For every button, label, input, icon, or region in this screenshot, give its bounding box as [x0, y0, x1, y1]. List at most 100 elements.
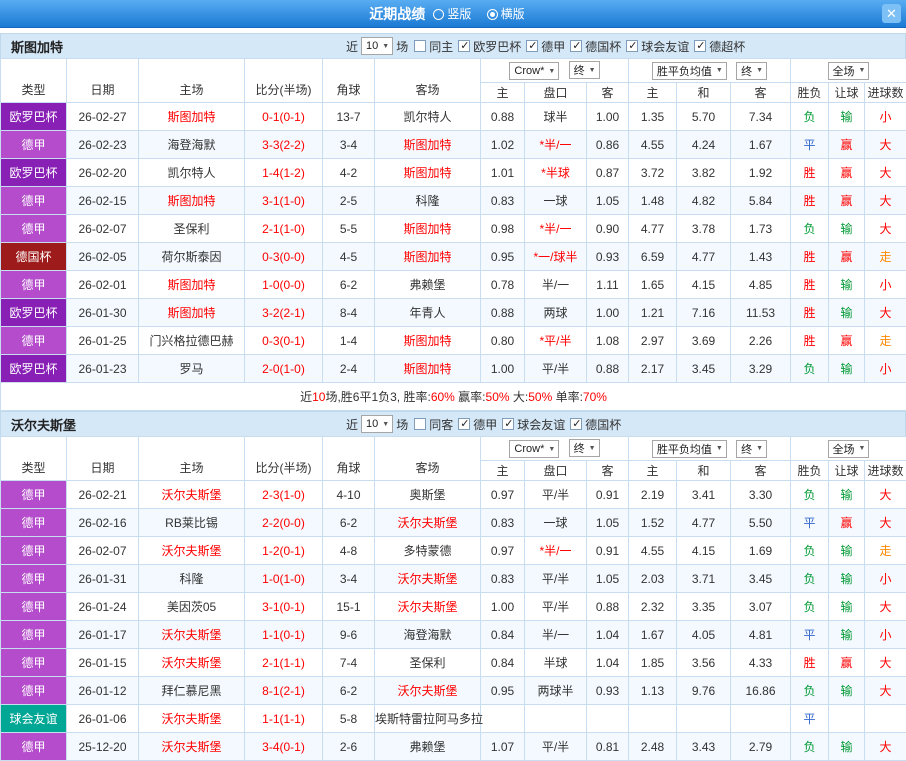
asia-line: *半球	[525, 159, 587, 187]
match-row: 德甲26-01-25门兴格拉德巴赫0-3(0-1)1-4斯图加特0.80*平/半…	[1, 327, 906, 355]
asia-home-odds: 0.80	[481, 327, 525, 355]
euro-away-odds: 5.50	[731, 509, 791, 537]
league-label: 德甲	[541, 38, 565, 55]
asia-line	[525, 705, 587, 733]
league-checkbox[interactable]	[526, 40, 538, 52]
euro-home-odds: 1.67	[629, 621, 677, 649]
handicap-result: 赢	[829, 187, 865, 215]
odds-average-select[interactable]: 胜平负均值	[652, 62, 727, 80]
score: 2-3(1-0)	[245, 481, 323, 509]
handicap-result: 赢	[829, 243, 865, 271]
horizontal-layout-label[interactable]: 横版	[501, 7, 525, 21]
match-row: 德甲26-01-24美因茨053-1(0-1)15-1沃尔夫斯堡1.00平/半0…	[1, 593, 906, 621]
match-count-select[interactable]: 10	[361, 37, 393, 55]
league-checkbox[interactable]	[502, 418, 514, 430]
corners: 2-6	[323, 733, 375, 761]
match-date: 26-02-05	[67, 243, 139, 271]
euro-stage-select[interactable]: 终	[736, 62, 767, 80]
scope-select[interactable]: 全场	[828, 440, 870, 458]
scope-select[interactable]: 全场	[828, 62, 870, 80]
same-venue-checkbox[interactable]	[414, 418, 426, 430]
league-type-badge: 德甲	[1, 481, 67, 509]
euro-away-odds: 4.81	[731, 621, 791, 649]
horizontal-layout-radio[interactable]	[487, 9, 498, 20]
close-icon[interactable]: ✕	[882, 4, 901, 23]
match-date: 26-02-07	[67, 215, 139, 243]
euro-away-odds: 5.84	[731, 187, 791, 215]
match-count-select[interactable]: 10	[361, 415, 393, 433]
league-checkbox[interactable]	[458, 418, 470, 430]
asia-line: 球半	[525, 103, 587, 131]
league-checkbox[interactable]	[570, 418, 582, 430]
euro-home-odds: 2.03	[629, 565, 677, 593]
asia-home-odds: 1.02	[481, 131, 525, 159]
league-checkbox[interactable]	[626, 40, 638, 52]
league-type-badge: 德甲	[1, 271, 67, 299]
match-row: 德甲26-02-16RB莱比锡2-2(0-0)6-2沃尔夫斯堡0.83一球1.0…	[1, 509, 906, 537]
euro-draw-odds: 3.41	[677, 481, 731, 509]
asia-home-odds: 0.83	[481, 565, 525, 593]
euro-home-odds: 4.55	[629, 131, 677, 159]
same-venue-checkbox[interactable]	[414, 40, 426, 52]
league-type-badge: 德甲	[1, 621, 67, 649]
bookmaker-select[interactable]: Crow*	[509, 440, 559, 458]
match-date: 26-02-16	[67, 509, 139, 537]
away-team: 科隆	[375, 187, 481, 215]
asia-home-odds: 0.83	[481, 509, 525, 537]
asia-home-odds: 0.84	[481, 649, 525, 677]
league-checkbox[interactable]	[694, 40, 706, 52]
asia-stage-select[interactable]: 终	[569, 439, 600, 457]
league-checkbox[interactable]	[570, 40, 582, 52]
asia-odds-controls: Crow* 终	[481, 437, 629, 461]
wdl-result: 胜	[791, 649, 829, 677]
corners: 4-2	[323, 159, 375, 187]
filters-bar: 近 10 场 同主 欧罗巴杯德甲德国杯球会友谊德超杯	[346, 37, 745, 55]
euro-draw-odds: 9.76	[677, 677, 731, 705]
odds-average-select[interactable]: 胜平负均值	[652, 440, 727, 458]
euro-stage-select[interactable]: 终	[736, 440, 767, 458]
handicap-result: 输	[829, 733, 865, 761]
asia-home-odds: 0.88	[481, 103, 525, 131]
col-corner: 角球	[323, 437, 375, 481]
handicap-result	[829, 705, 865, 733]
col-euro-away: 客	[731, 83, 791, 103]
league-type-badge: 欧罗巴杯	[1, 355, 67, 383]
corners: 13-7	[323, 103, 375, 131]
euro-home-odds: 4.55	[629, 537, 677, 565]
handicap-result: 输	[829, 299, 865, 327]
wdl-result: 平	[791, 621, 829, 649]
bookmaker-select[interactable]: Crow*	[509, 62, 559, 80]
away-team: 埃斯特雷拉阿马多拉	[375, 705, 481, 733]
home-team: 斯图加特	[139, 187, 245, 215]
team-name: 斯图加特	[1, 37, 346, 56]
col-goals: 进球数	[865, 461, 906, 481]
asia-odds-controls: Crow* 终	[481, 59, 629, 83]
home-team: 拜仁慕尼黑	[139, 677, 245, 705]
asia-away-odds: 0.86	[587, 131, 629, 159]
euro-home-odds: 1.65	[629, 271, 677, 299]
asia-home-odds: 0.78	[481, 271, 525, 299]
score: 1-4(1-2)	[245, 159, 323, 187]
euro-home-odds: 2.97	[629, 327, 677, 355]
col-euro-away: 客	[731, 461, 791, 481]
euro-draw-odds: 5.70	[677, 103, 731, 131]
handicap-result: 赢	[829, 649, 865, 677]
col-euro-home: 主	[629, 83, 677, 103]
asia-stage-select[interactable]: 终	[569, 61, 600, 79]
wdl-result: 胜	[791, 271, 829, 299]
league-type-badge: 欧罗巴杯	[1, 103, 67, 131]
league-checkbox[interactable]	[458, 40, 470, 52]
league-label: 德超杯	[709, 38, 745, 55]
match-row: 欧罗巴杯26-02-27斯图加特0-1(0-1)13-7凯尔特人0.88球半1.…	[1, 103, 906, 131]
home-team: 沃尔夫斯堡	[139, 733, 245, 761]
away-team: 年青人	[375, 299, 481, 327]
vertical-layout-radio[interactable]	[433, 9, 444, 20]
asia-line: 一球	[525, 509, 587, 537]
asia-home-odds: 0.95	[481, 243, 525, 271]
corners: 6-2	[323, 271, 375, 299]
away-team: 斯图加特	[375, 355, 481, 383]
euro-away-odds: 11.53	[731, 299, 791, 327]
asia-away-odds: 1.04	[587, 621, 629, 649]
handicap-result: 输	[829, 621, 865, 649]
vertical-layout-label[interactable]: 竖版	[447, 7, 471, 21]
